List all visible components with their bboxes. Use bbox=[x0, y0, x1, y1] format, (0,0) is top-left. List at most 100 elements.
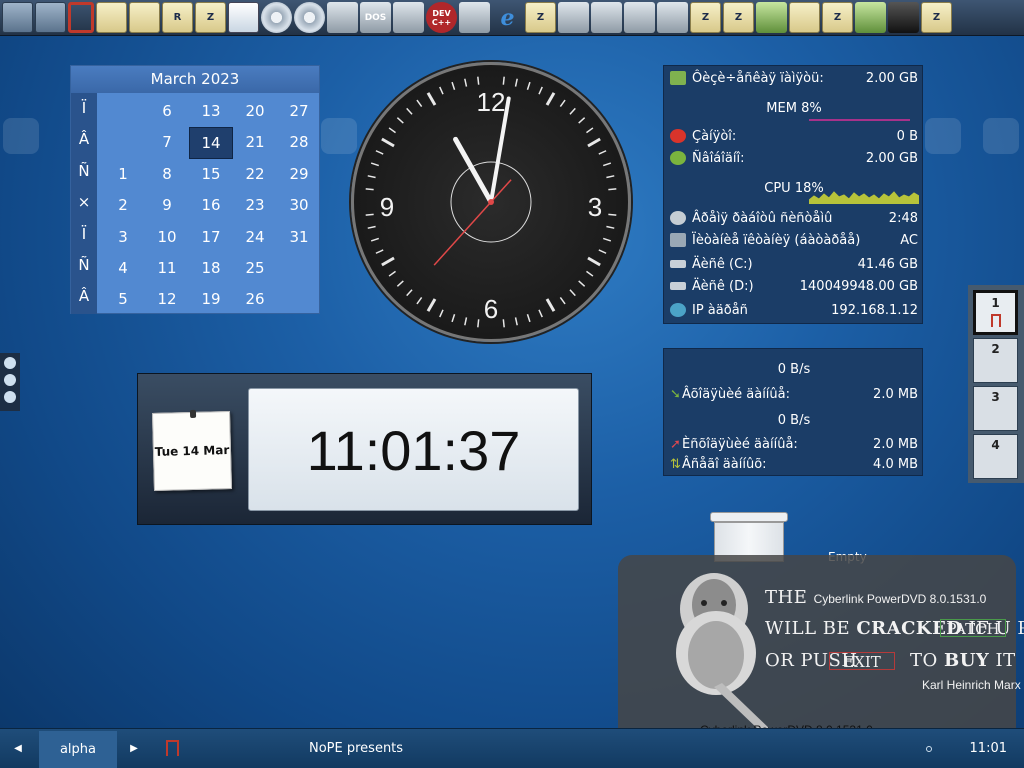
cd-icon[interactable] bbox=[294, 2, 325, 33]
tuner-icon[interactable] bbox=[756, 2, 787, 33]
tray-indicator-icon[interactable] bbox=[926, 746, 932, 752]
dock-slot[interactable] bbox=[925, 118, 961, 154]
clock-tick bbox=[451, 81, 456, 91]
calendar-day[interactable]: 16 bbox=[189, 190, 233, 221]
patch-button[interactable]: PATCH bbox=[940, 619, 1006, 638]
app-small-icon[interactable] bbox=[4, 374, 16, 386]
globe-icon[interactable] bbox=[624, 2, 655, 33]
folder-icon[interactable] bbox=[789, 2, 820, 33]
play-small-icon[interactable] bbox=[4, 391, 16, 403]
disc-icon[interactable] bbox=[261, 2, 292, 33]
pager-desktop[interactable]: 3 bbox=[973, 386, 1018, 431]
folder-z-icon[interactable]: Z bbox=[690, 2, 721, 33]
launcher-icon-label: Z bbox=[206, 12, 215, 23]
raccoon-icon[interactable] bbox=[657, 2, 688, 33]
calendar-day[interactable]: 15 bbox=[189, 159, 233, 190]
calendar-day[interactable]: 18 bbox=[189, 253, 233, 284]
pager-desktop-number: 1 bbox=[991, 296, 1000, 310]
calendar-title[interactable]: March 2023 bbox=[71, 66, 319, 93]
folder-z-icon[interactable]: Z bbox=[525, 2, 556, 33]
calendar-day[interactable]: 29 bbox=[277, 159, 321, 190]
calendar-day[interactable]: 30 bbox=[277, 190, 321, 221]
calendar-day[interactable]: 27 bbox=[277, 96, 321, 127]
folder-z-icon[interactable]: Z bbox=[195, 2, 226, 33]
calendar-day[interactable]: 7 bbox=[145, 127, 189, 158]
calendar-day[interactable]: 24 bbox=[233, 222, 277, 253]
clock-tick bbox=[526, 81, 531, 91]
calendar-day[interactable]: 2 bbox=[101, 190, 145, 221]
folder-z-icon[interactable]: Z bbox=[822, 2, 853, 33]
system-icon[interactable] bbox=[35, 2, 66, 33]
calendar-day[interactable]: 6 bbox=[145, 96, 189, 127]
tray-clock[interactable]: 11:01 bbox=[970, 729, 1007, 768]
dock-slot[interactable] bbox=[983, 118, 1019, 154]
network-icon[interactable] bbox=[459, 2, 490, 33]
calendar-day[interactable]: 20 bbox=[233, 96, 277, 127]
pager-desktop[interactable]: 4 bbox=[973, 434, 1018, 479]
calendar-day[interactable]: 9 bbox=[145, 190, 189, 221]
calendar-day[interactable]: 8 bbox=[145, 159, 189, 190]
red-bracket-icon[interactable] bbox=[68, 2, 94, 33]
clock-face: 12 3 6 9 bbox=[365, 76, 617, 328]
workspace-next-icon[interactable]: ▶ bbox=[128, 741, 140, 757]
disk-c-label: Äèñê (C:) bbox=[692, 256, 753, 272]
mem-usage-bar bbox=[809, 119, 910, 121]
folder-icon[interactable] bbox=[96, 2, 127, 33]
task-title[interactable]: NoPE presents bbox=[309, 729, 403, 768]
folder-z-icon[interactable]: Z bbox=[723, 2, 754, 33]
pager-desktop[interactable]: 2 bbox=[973, 338, 1018, 383]
folder-r-icon[interactable]: R bbox=[162, 2, 193, 33]
computer-icon[interactable] bbox=[558, 2, 589, 33]
calendar-day[interactable]: 22 bbox=[233, 159, 277, 190]
calendar-day[interactable]: 10 bbox=[145, 222, 189, 253]
calendar-day[interactable]: 25 bbox=[233, 253, 277, 284]
clock-tick bbox=[439, 86, 444, 95]
clock-tick bbox=[365, 188, 374, 191]
calendar-day[interactable]: 23 bbox=[233, 190, 277, 221]
calendar-day[interactable]: 31 bbox=[277, 222, 321, 253]
calendar-day[interactable]: 5 bbox=[101, 284, 145, 315]
dosbox-icon[interactable]: DOS bbox=[360, 2, 391, 33]
mail-icon[interactable] bbox=[591, 2, 622, 33]
clock-tick bbox=[598, 150, 607, 155]
used-icon bbox=[670, 129, 686, 143]
calendar-day[interactable]: 17 bbox=[189, 222, 233, 253]
calendar-day[interactable]: 1 bbox=[101, 159, 145, 190]
atom-icon[interactable] bbox=[327, 2, 358, 33]
clock-numeral: 6 bbox=[484, 294, 498, 324]
workspace-prev-icon[interactable]: ◀ bbox=[12, 741, 24, 757]
bottom-taskbar: ◀ alpha ▶ NoPE presents 11:01 bbox=[0, 728, 1024, 768]
calendar-day-today[interactable]: 14 bbox=[189, 127, 233, 159]
workspace-tab[interactable]: alpha bbox=[39, 731, 117, 768]
clock-tick bbox=[406, 289, 413, 297]
calendar-day[interactable]: 21 bbox=[233, 127, 277, 158]
calendar-day[interactable]: 11 bbox=[145, 253, 189, 284]
recycle-icon[interactable] bbox=[855, 2, 886, 33]
folder-z-icon[interactable]: Z bbox=[921, 2, 952, 33]
folder-icon[interactable] bbox=[129, 2, 160, 33]
calendar-day[interactable]: 13 bbox=[189, 96, 233, 127]
clock-tick bbox=[578, 280, 586, 287]
dock-slot[interactable] bbox=[321, 118, 357, 154]
free-icon bbox=[670, 151, 686, 165]
calendar-day[interactable]: 28 bbox=[277, 127, 321, 158]
exit-button[interactable]: EXIT bbox=[829, 652, 895, 671]
devcpp-icon[interactable]: DEV C++ bbox=[426, 2, 457, 33]
calendar-day[interactable]: 3 bbox=[101, 222, 145, 253]
tool-icon[interactable] bbox=[393, 2, 424, 33]
calendar-week-row: 4 11 18 25 bbox=[101, 253, 321, 284]
calendar-weekday: Ñ bbox=[78, 161, 90, 180]
calendar-day[interactable]: 12 bbox=[145, 284, 189, 315]
ie-small-icon[interactable] bbox=[4, 357, 16, 369]
system-icon[interactable] bbox=[2, 2, 33, 33]
window-icon[interactable] bbox=[228, 2, 259, 33]
ie-icon[interactable]: e bbox=[492, 2, 523, 33]
pager-desktop[interactable]: 1 bbox=[973, 290, 1018, 335]
task-app-icon[interactable] bbox=[166, 740, 179, 756]
cube-icon[interactable] bbox=[888, 2, 919, 33]
calendar-day[interactable]: 4 bbox=[101, 253, 145, 284]
disk-d-label: Äèñê (D:) bbox=[692, 278, 754, 294]
calendar-day[interactable]: 19 bbox=[189, 284, 233, 315]
calendar-day[interactable]: 26 bbox=[233, 284, 277, 315]
dock-slot[interactable] bbox=[3, 118, 39, 154]
